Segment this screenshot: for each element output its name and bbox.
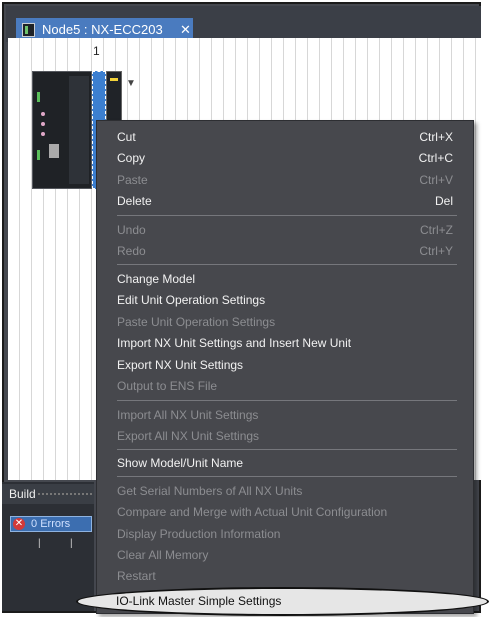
- menu-item-label: Cut: [117, 130, 136, 144]
- error-icon: ✕: [13, 518, 25, 530]
- build-panel-header: Build: [2, 484, 94, 504]
- menu-item-paste-unit-operation-settings[interactable]: Paste Unit Operation Settings: [117, 313, 457, 331]
- coupler-unit[interactable]: [32, 71, 92, 189]
- menu-item-show-model-unit-name[interactable]: Show Model/Unit Name: [117, 454, 457, 472]
- menu-separator: [117, 449, 457, 450]
- menu-item-edit-unit-operation-settings[interactable]: Edit Unit Operation Settings: [117, 291, 457, 309]
- shortcut-label: Ctrl+Z: [420, 223, 453, 237]
- menu-item-io-link-master-simple-settings[interactable]: IO-Link Master Simple Settings: [116, 594, 281, 608]
- menu-item-compare-and-merge[interactable]: Compare and Merge with Actual Unit Confi…: [117, 503, 457, 521]
- indicator-led: [41, 112, 45, 116]
- menu-item-label: Copy: [117, 151, 146, 165]
- menu-item-copy[interactable]: Copy Ctrl+C: [117, 149, 457, 167]
- shortcut-label: Del: [434, 194, 453, 208]
- shortcut-label: Ctrl+Y: [419, 244, 453, 258]
- node-icon: [22, 23, 35, 37]
- build-panel: Build ✕ 0 Errors | |: [2, 482, 94, 611]
- menu-item-paste[interactable]: Paste Ctrl+V: [117, 171, 457, 189]
- menu-item-import-nx-unit-settings[interactable]: Import NX Unit Settings and Insert New U…: [117, 334, 457, 352]
- chevron-down-icon[interactable]: ▼: [126, 78, 136, 89]
- errors-label: Errors: [40, 518, 71, 530]
- menu-item-label: Paste: [117, 173, 148, 187]
- context-menu: Cut Ctrl+X Copy Ctrl+C Paste Ctrl+V Dele…: [96, 120, 474, 614]
- menu-item-export-all-nx-unit-settings[interactable]: Export All NX Unit Settings: [117, 427, 457, 445]
- status-led: [37, 92, 40, 102]
- unit-strip: [69, 76, 89, 184]
- menu-item-delete[interactable]: Delete Del: [117, 192, 457, 210]
- menu-separator: [117, 264, 457, 265]
- slot-number: 1: [93, 44, 100, 58]
- menu-item-get-serial-numbers[interactable]: Get Serial Numbers of All NX Units: [117, 482, 457, 500]
- menu-item-label: Redo: [117, 244, 146, 258]
- menu-item-undo[interactable]: Undo Ctrl+Z: [117, 221, 457, 239]
- errors-filter-button[interactable]: ✕ 0 Errors: [10, 516, 92, 532]
- shortcut-label: Ctrl+X: [419, 130, 453, 144]
- column-divider: |: [70, 538, 73, 549]
- menu-item-import-all-nx-unit-settings[interactable]: Import All NX Unit Settings: [117, 406, 457, 424]
- errors-count: 0: [31, 518, 38, 530]
- menu-item-restart[interactable]: Restart: [117, 567, 457, 585]
- indicator-led: [41, 132, 45, 136]
- menu-item-change-model[interactable]: Change Model: [117, 270, 457, 288]
- menu-item-clear-all-memory[interactable]: Clear All Memory: [117, 546, 457, 564]
- menu-separator: [117, 476, 457, 477]
- menu-item-redo[interactable]: Redo Ctrl+Y: [117, 242, 457, 260]
- menu-item-display-production-information[interactable]: Display Production Information: [117, 525, 457, 543]
- port-connector: [49, 144, 59, 158]
- menu-item-label: Delete: [117, 194, 152, 208]
- shortcut-label: Ctrl+C: [418, 151, 453, 165]
- menu-separator: [117, 400, 457, 401]
- tab-bar: Node5 : NX-ECC203 (E001) ✕: [6, 6, 481, 61]
- menu-separator: [117, 215, 457, 216]
- menu-item-label: Undo: [117, 223, 146, 237]
- menu-item-export-nx-unit-settings[interactable]: Export NX Unit Settings: [117, 356, 457, 374]
- status-led: [37, 150, 40, 160]
- menu-item-output-to-ens-file[interactable]: Output to ENS File: [117, 377, 457, 395]
- menu-item-cut[interactable]: Cut Ctrl+X: [117, 128, 457, 146]
- column-divider: |: [38, 538, 41, 549]
- indicator-led: [41, 122, 45, 126]
- shortcut-label: Ctrl+V: [419, 173, 453, 187]
- drag-handle[interactable]: [38, 493, 92, 495]
- build-title: Build: [9, 487, 36, 501]
